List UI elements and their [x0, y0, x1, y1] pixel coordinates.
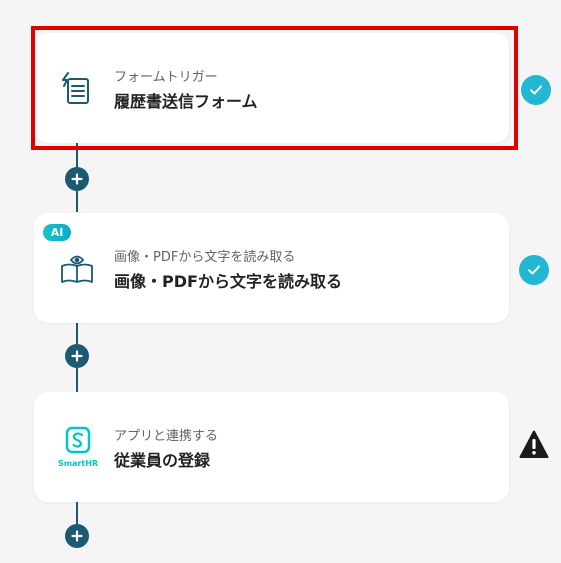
check-icon — [521, 75, 551, 105]
step-title: 従業員の登録 — [114, 451, 211, 470]
plus-icon — [71, 350, 83, 362]
form-trigger-icon — [62, 72, 89, 104]
smarthr-logo-text: SmartHR — [57, 459, 99, 468]
step-card-ocr[interactable]: 画像・PDFから文字を読み取る 画像・PDFから文字を読み取る — [34, 213, 509, 323]
plus-icon — [71, 173, 83, 185]
smarthr-logo-icon: SmartHR — [56, 426, 100, 470]
step-type-label: フォームトリガー — [114, 70, 218, 85]
add-step-button[interactable] — [65, 524, 89, 548]
add-step-button[interactable] — [65, 167, 89, 191]
ai-badge: AI — [43, 224, 71, 241]
add-step-button[interactable] — [65, 344, 89, 368]
step-type-label: 画像・PDFから文字を読み取る — [114, 250, 296, 265]
step-type-label: アプリと連携する — [114, 429, 219, 444]
plus-icon — [71, 530, 83, 542]
step-title: 履歴書送信フォーム — [114, 92, 258, 111]
step-card-form-trigger[interactable]: フォームトリガー 履歴書送信フォーム — [34, 33, 509, 143]
step-card-app-integration[interactable]: SmartHR アプリと連携する 従業員の登録 — [34, 392, 509, 502]
check-icon — [519, 255, 549, 285]
warning-icon — [519, 430, 549, 458]
book-eye-icon — [61, 255, 93, 283]
step-title: 画像・PDFから文字を読み取る — [114, 272, 342, 291]
